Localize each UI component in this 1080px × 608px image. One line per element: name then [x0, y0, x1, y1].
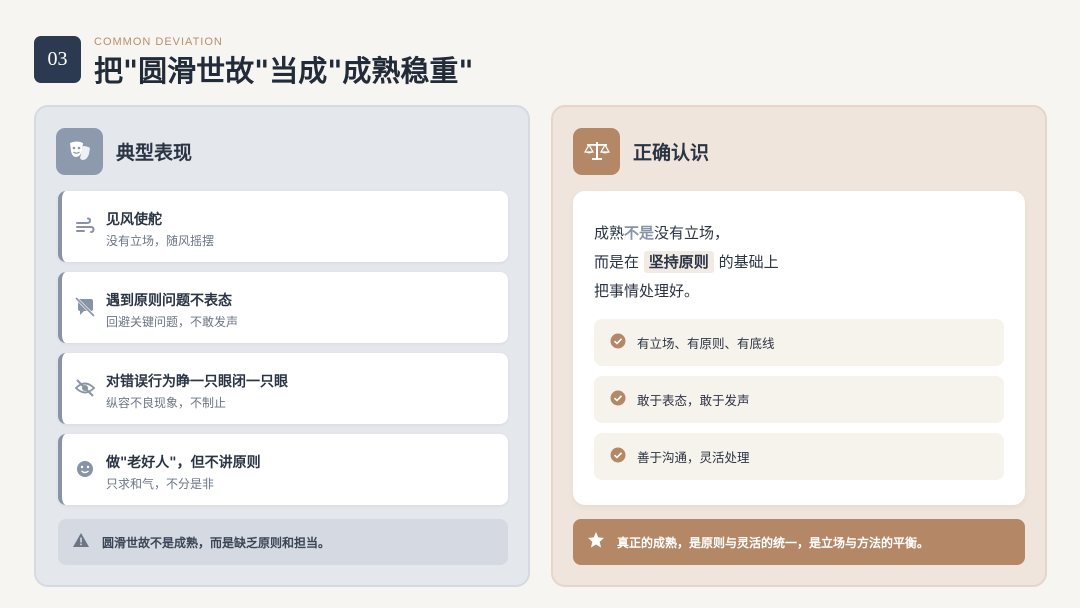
summary-text: 真正的成熟，是原则与灵活的统一，是立场与方法的平衡。 [617, 535, 930, 550]
check-circle-icon [610, 390, 626, 410]
item-subtitle: 没有立场，随风摇摆 [106, 234, 215, 248]
warning-text: 圆滑世故不是成熟，而是缺乏原则和担当。 [102, 535, 331, 550]
statement-part: 没有立场， [654, 224, 730, 242]
list-item: 对错误行为睁一只眼闭一只眼 纵容不良现象，不制止 [58, 353, 508, 424]
check-list: 有立场、有原则、有底线 敢于表态，敢于发声 善于沟通，灵活处理 [594, 319, 1004, 490]
statement-part: 而是在 [594, 253, 640, 271]
statement-text: 成熟不是没有立场， 而是在 坚持原则 的基础上 把事情处理好。 [594, 219, 779, 306]
theater-mask-icon [56, 127, 103, 175]
card-title: 典型表现 [116, 141, 193, 164]
item-subtitle: 纵容不良现象，不制止 [106, 396, 227, 410]
statement-panel: 成熟不是没有立场， 而是在 坚持原则 的基础上 把事情处理好。 有立场、有原则、… [573, 191, 1025, 505]
wind-icon [74, 215, 96, 237]
item-title: 对错误行为睁一只眼闭一只眼 [106, 374, 288, 390]
eye-slash-icon [74, 377, 96, 399]
statement-highlight: 不是 [624, 224, 655, 242]
check-text: 善于沟通，灵活处理 [637, 450, 750, 465]
statement-part: 的基础上 [718, 253, 779, 271]
header: 03 COMMON DEVIATION 把"圆滑世故"当成"成熟稳重" [34, 36, 1044, 88]
statement-boxed: 坚持原则 [643, 251, 714, 273]
list-item: 遇到原则问题不表态 回避关键问题，不敢发声 [58, 272, 508, 343]
item-subtitle: 回避关键问题，不敢发声 [106, 315, 239, 329]
behavior-list: 见风使舵 没有立场，随风摇摆 遇到原则问题不表态 回避关键问题，不敢发声 对错误… [58, 191, 508, 515]
muted-comment-icon [74, 296, 96, 318]
card-title: 正确认识 [633, 141, 710, 164]
list-item: 做"老好人"，但不讲原则 只求和气，不分是非 [58, 434, 508, 505]
page-title: 把"圆滑世故"当成"成熟稳重" [94, 54, 474, 88]
item-title: 遇到原则问题不表态 [106, 293, 232, 309]
item-title: 见风使舵 [106, 212, 162, 228]
item-subtitle: 只求和气，不分是非 [106, 477, 215, 491]
statement-part: 把事情处理好。 [594, 282, 700, 300]
section-number-badge: 03 [34, 36, 81, 83]
list-item: 见风使舵 没有立场，随风摇摆 [58, 191, 508, 262]
check-text: 有立场、有原则、有底线 [637, 336, 775, 351]
summary-callout: 真正的成熟，是原则与灵活的统一，是立场与方法的平衡。 [573, 519, 1025, 565]
list-item: 有立场、有原则、有底线 [594, 319, 1004, 366]
check-circle-icon [610, 333, 626, 353]
correct-understanding-card: 正确认识 成熟不是没有立场， 而是在 坚持原则 的基础上 把事情处理好。 有立场… [551, 105, 1047, 587]
smile-icon [74, 458, 96, 480]
item-title: 做"老好人"，但不讲原则 [106, 455, 261, 471]
card-header: 典型表现 [56, 127, 192, 175]
star-icon [587, 531, 605, 553]
statement-part: 成熟 [594, 224, 625, 242]
list-item: 敢于表态，敢于发声 [594, 376, 1004, 423]
card-header: 正确认识 [573, 127, 709, 175]
typical-behaviors-card: 典型表现 见风使舵 没有立场，随风摇摆 遇到原则问题不表态 回避关键问题，不敢发… [34, 105, 530, 587]
check-text: 敢于表态，敢于发声 [637, 393, 750, 408]
balance-scale-icon [573, 127, 620, 175]
warning-triangle-icon [72, 532, 90, 552]
warning-callout: 圆滑世故不是成熟，而是缺乏原则和担当。 [58, 519, 508, 565]
list-item: 善于沟通，灵活处理 [594, 433, 1004, 480]
eyebrow-label: COMMON DEVIATION [94, 36, 223, 48]
check-circle-icon [610, 447, 626, 467]
